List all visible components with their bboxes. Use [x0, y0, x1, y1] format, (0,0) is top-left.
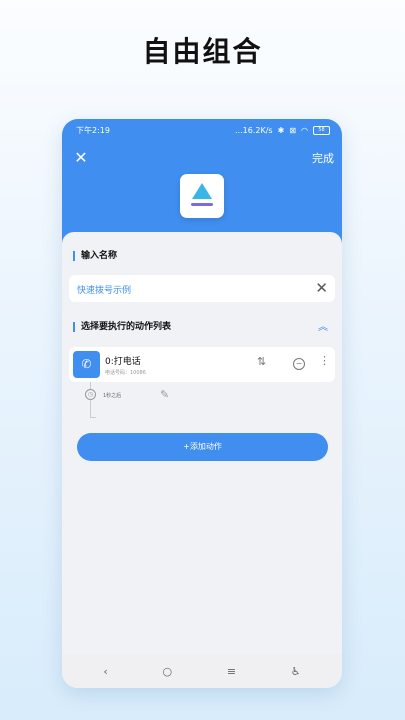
actions-section-title: 选择要执行的动作列表 [73, 322, 171, 332]
status-bar: 下午2:19 ...16.2K/s ✱ ⊠ ◠ 58 [76, 123, 330, 137]
status-time: 下午2:19 [76, 125, 110, 135]
action-card[interactable]: ✆ 0:打电话 电话号码：10086 ⇅ − ⋮ [69, 347, 335, 382]
battery-level: 58 [318, 126, 325, 133]
page-headline: 自由组合 [142, 35, 263, 68]
edit-icon[interactable]: ✎ [160, 388, 169, 401]
system-nav-bar: ‹ ○ ≡ ♿ [62, 654, 342, 688]
done-button[interactable]: 完成 [312, 150, 334, 166]
timeline-end [90, 417, 96, 418]
sim-icon: ⊠ [289, 125, 297, 135]
name-input-field[interactable]: 快速拨号示例 ✕ [69, 275, 335, 302]
remove-icon[interactable]: − [293, 358, 305, 370]
wifi-icon: ◠ [301, 125, 308, 135]
collapse-icon[interactable]: ︽ [318, 318, 328, 333]
action-title: 0:打电话 [105, 357, 141, 367]
name-section-title: 输入名称 [73, 251, 117, 261]
eject-triangle-icon [192, 183, 212, 199]
menu-icon[interactable]: ≡ [227, 665, 236, 678]
content-sheet: 输入名称 快速拨号示例 ✕ 选择要执行的动作列表 ︽ ✆ 0:打电话 电话号码：… [62, 232, 342, 688]
add-action-button[interactable]: +添加动作 [77, 433, 328, 461]
bluetooth-icon: ✱ [277, 125, 285, 135]
action-subtitle: 电话号码：10086 [105, 370, 146, 376]
delay-text: 1秒之后 [103, 393, 122, 399]
status-right: ...16.2K/s ✱ ⊠ ◠ 58 [235, 125, 330, 135]
close-button[interactable]: ✕ [72, 149, 90, 167]
accessibility-icon[interactable]: ♿ [291, 665, 301, 678]
name-input-value[interactable]: 快速拨号示例 [77, 283, 131, 296]
network-speed: ...16.2K/s [235, 125, 273, 135]
battery-icon: 58 [313, 125, 330, 135]
phone-screen: 下午2:19 ...16.2K/s ✱ ⊠ ◠ 58 ✕ 完成 输入名称 快速拨… [62, 119, 342, 688]
phone-icon: ✆ [73, 351, 100, 378]
app-icon-tile[interactable] [180, 174, 224, 218]
clear-icon[interactable]: ✕ [315, 279, 328, 297]
more-icon[interactable]: ⋮ [319, 354, 330, 367]
back-icon[interactable]: ‹ [103, 665, 107, 678]
home-icon[interactable]: ○ [162, 665, 172, 678]
clock-icon: ◷ [85, 389, 96, 400]
eject-bar-icon [191, 203, 213, 206]
sort-icon[interactable]: ⇅ [257, 355, 266, 368]
